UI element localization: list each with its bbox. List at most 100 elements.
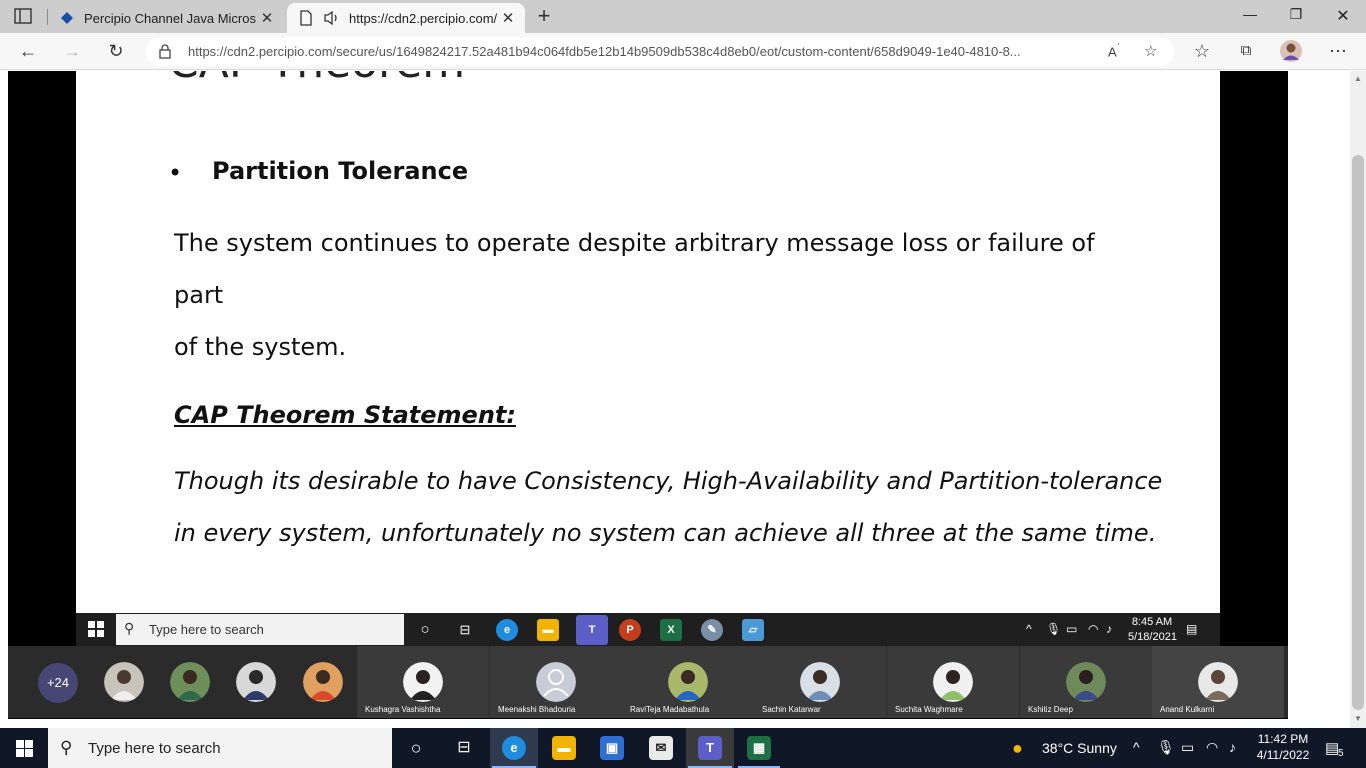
slide-paragraph: The system continues to operate despite …	[174, 217, 1134, 373]
tray-chevron-icon[interactable]: ^	[1133, 739, 1140, 755]
participant-avatar	[668, 662, 708, 702]
bullet-heading: Partition Tolerance	[212, 157, 469, 185]
shared-slide: CAP Theorem • Partition Tolerance The sy…	[76, 71, 1220, 613]
shared-screen-taskbar: ⚲ Type here to search ○ ⊟ e ▬ T P X ✎ ▱ …	[76, 613, 1220, 646]
taskbar-search-placeholder: Type here to search	[88, 740, 221, 757]
volume-icon: ♪	[1106, 622, 1112, 636]
mail-icon[interactable]: ✉	[649, 736, 673, 760]
participant-tile[interactable]: Meenakshi Bhadouria	[490, 646, 622, 718]
wifi-icon[interactable]: ◠	[1206, 739, 1218, 756]
teams-icon: T	[576, 615, 608, 645]
settings-more-icon[interactable]: ⋯	[1326, 40, 1350, 62]
paragraph-line: The system continues to operate despite …	[174, 229, 1095, 309]
participant-name: Meenakshi Bhadouria	[498, 705, 576, 714]
read-aloud-icon[interactable]: Aʾ	[1108, 42, 1120, 59]
close-tab-icon[interactable]: ✕	[256, 9, 278, 27]
paragraph-line: of the system.	[174, 333, 347, 361]
statement-line: in every system, unfortunately no system…	[174, 519, 1157, 547]
lock-icon[interactable]	[158, 43, 172, 59]
tab-title: https://cdn2.percipio.com/s	[349, 10, 497, 26]
notification-count: 5	[1338, 748, 1344, 759]
shared-search-box: ⚲ Type here to search	[116, 614, 404, 645]
edge-icon: e	[496, 619, 518, 641]
task-view-icon: ⊟	[459, 622, 471, 637]
collections-icon[interactable]: ⧉	[1234, 40, 1258, 62]
navigation-bar: ← → ↻ https://cdn2.percipio.com/secure/u…	[0, 33, 1366, 70]
speaker-icon[interactable]	[323, 9, 341, 27]
powerpoint-icon: P	[619, 619, 641, 641]
scroll-down-icon[interactable]: ▼	[1352, 714, 1364, 724]
shared-time: 8:45 AM	[1131, 616, 1173, 628]
tab-title: Percipio Channel Java Microservi	[84, 10, 256, 26]
excel-icon: X	[660, 619, 682, 641]
tab-cdn-content[interactable]: https://cdn2.percipio.com/s ✕	[287, 3, 525, 33]
scrollbar-thumb[interactable]	[1352, 155, 1364, 710]
battery-icon: ▭	[1066, 622, 1078, 636]
participant-avatar	[800, 662, 840, 702]
participant-tile[interactable]: Sachin Katarwar	[754, 646, 886, 718]
spreadsheet-icon[interactable]: ▦	[747, 736, 771, 760]
address-bar[interactable]: https://cdn2.percipio.com/secure/us/1649…	[146, 37, 1174, 66]
slide-title: CAP Theorem	[168, 71, 465, 88]
shared-date: 5/18/2021	[1128, 631, 1177, 643]
refresh-icon[interactable]: ↻	[104, 40, 128, 62]
new-tab-icon[interactable]: +	[533, 4, 555, 28]
tab-percipio-channel[interactable]: Percipio Channel Java Microservi ✕	[48, 3, 284, 33]
close-tab-icon[interactable]: ✕	[497, 9, 519, 27]
minimize-icon[interactable]: —	[1239, 6, 1261, 26]
favorites-icon[interactable]: ☆	[1190, 40, 1214, 62]
tray-chevron-icon: ^	[1026, 622, 1032, 636]
edge-icon[interactable]: e	[502, 736, 526, 760]
clock-date: 4/11/2022	[1256, 748, 1310, 762]
microphone-icon[interactable]: 🎙	[1157, 739, 1175, 756]
close-window-icon[interactable]: ✕	[1332, 6, 1354, 26]
notes-icon: ▱	[742, 619, 764, 641]
teams-icon[interactable]: T	[698, 736, 722, 760]
cortana-icon: ○	[420, 621, 430, 638]
page-favicon-icon	[297, 9, 315, 27]
restore-icon[interactable]: ❐	[1285, 6, 1307, 26]
participant-avatar	[1198, 662, 1238, 702]
participant-avatar	[1066, 662, 1106, 702]
participant-tile[interactable]: Anand Kulkarni	[1152, 646, 1284, 718]
clock-time: 11:42 PM	[1257, 732, 1309, 746]
participant-avatar[interactable]	[236, 662, 276, 702]
participant-name: RaviTeja Madabathula	[630, 705, 710, 714]
battery-icon[interactable]: ▭	[1181, 739, 1194, 756]
file-explorer-icon[interactable]: ▬	[552, 736, 576, 760]
percipio-favicon-icon	[58, 9, 76, 27]
clock[interactable]: 11:42 PM 4/11/2022	[1254, 731, 1312, 763]
participant-tile[interactable]: Kshitiz Deep	[1020, 646, 1152, 718]
weather-sun-icon: ●	[1012, 738, 1023, 758]
user-placeholder-icon	[536, 662, 576, 702]
participant-avatar[interactable]	[303, 662, 343, 702]
tab-actions-icon[interactable]	[12, 7, 34, 25]
url-text[interactable]: https://cdn2.percipio.com/secure/us/1649…	[188, 44, 1098, 59]
participant-name: Kushagra Vashishtha	[365, 705, 441, 714]
cortana-icon[interactable]: ○	[404, 736, 428, 760]
search-icon: ⚲	[124, 620, 135, 636]
shared-search-placeholder: Type here to search	[149, 622, 264, 637]
more-participants-button[interactable]: +24	[38, 663, 78, 703]
participant-tile[interactable]: Kushagra Vashishtha	[357, 646, 489, 718]
scroll-up-icon[interactable]: ▲	[1352, 74, 1364, 84]
bullet-icon: •	[168, 159, 183, 187]
shared-clock: 8:45 AM 5/18/2021	[1128, 615, 1177, 645]
volume-icon[interactable]: ♪	[1229, 739, 1236, 755]
store-icon[interactable]: ▣	[600, 736, 624, 760]
participant-avatar[interactable]	[104, 662, 144, 702]
add-favorite-icon[interactable]: ☆	[1144, 42, 1157, 60]
task-view-icon[interactable]: ⊟	[452, 736, 476, 760]
browser-tab-strip: Percipio Channel Java Microservi ✕ https…	[0, 0, 1366, 33]
taskbar-search-box[interactable]: ⚲ Type here to search	[48, 728, 392, 768]
participant-name: Suchita Waghmare	[895, 705, 963, 714]
profile-avatar[interactable]	[1279, 39, 1303, 62]
participant-tile[interactable]: RaviTeja Madabathula	[622, 646, 754, 718]
forward-icon[interactable]: →	[60, 40, 84, 62]
participant-tile[interactable]: Suchita Waghmare	[887, 646, 1019, 718]
back-icon[interactable]: ←	[16, 40, 40, 62]
participant-avatar[interactable]	[170, 662, 210, 702]
windows-start-icon[interactable]	[16, 740, 33, 757]
weather-text[interactable]: 38°C Sunny	[1042, 740, 1117, 756]
wifi-icon: ◠	[1088, 622, 1099, 636]
